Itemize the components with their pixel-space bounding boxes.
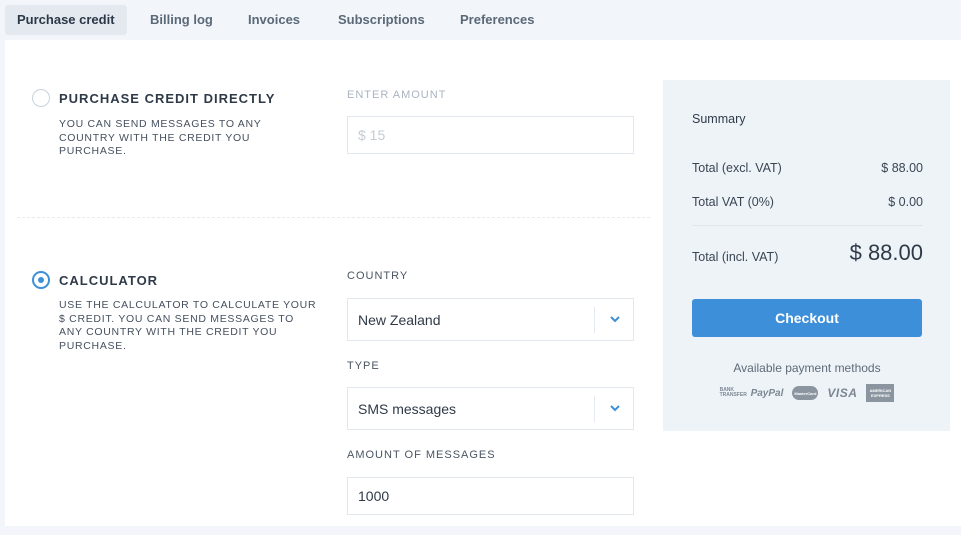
paypal-icon: PayPal — [750, 387, 784, 399]
select-divider — [594, 396, 595, 422]
summary-title: Summary — [692, 112, 746, 126]
tab-bar: Purchase credit Billing log Invoices Sub… — [0, 0, 961, 40]
visa-icon: VISA — [827, 386, 858, 400]
bank-transfer-icon: BANK TRANSFER — [719, 387, 747, 398]
summary-card: Summary Total (excl. VAT) $ 88.00 Total … — [663, 80, 950, 431]
radio-purchase-directly[interactable] — [32, 89, 50, 107]
purchase-panel: PURCHASE CREDIT DIRECTLY YOU CAN SEND ME… — [5, 40, 961, 526]
section-divider — [17, 217, 650, 218]
chevron-down-icon[interactable] — [609, 314, 621, 324]
checkout-button[interactable]: Checkout — [692, 299, 922, 337]
messages-amount-input[interactable]: 1000 — [347, 477, 634, 515]
chevron-down-icon[interactable] — [609, 403, 621, 413]
type-select[interactable]: SMS messages — [347, 387, 634, 430]
select-divider — [594, 307, 595, 333]
total-incl-label: Total (incl. VAT) — [692, 250, 779, 264]
country-value: New Zealand — [358, 311, 441, 328]
radio-calculator[interactable] — [32, 271, 50, 289]
amex-icon: AMERICAN EXPRESS — [866, 384, 895, 402]
total-incl-value: $ 88.00 — [849, 240, 923, 265]
country-label: COUNTRY — [347, 270, 409, 282]
type-label: TYPE — [347, 360, 380, 372]
payment-methods-title: Available payment methods — [733, 361, 881, 375]
option-title-direct: PURCHASE CREDIT DIRECTLY — [59, 91, 276, 106]
tab-subscriptions[interactable]: Subscriptions — [326, 5, 437, 35]
total-excl-label: Total (excl. VAT) — [692, 161, 782, 175]
messages-amount-label: AMOUNT OF MESSAGES — [347, 449, 496, 461]
country-select[interactable]: New Zealand — [347, 298, 634, 341]
amount-input[interactable]: $ 15 — [347, 116, 634, 154]
tab-purchase-credit[interactable]: Purchase credit — [5, 5, 127, 35]
payment-methods: BANK TRANSFER PayPal MasterCard VISA AME… — [692, 384, 922, 402]
amount-label: ENTER AMOUNT — [347, 89, 447, 101]
option-desc-calculator: USE THE CALCULATOR TO CALCULATE YOUR $ C… — [59, 299, 317, 352]
tab-invoices[interactable]: Invoices — [236, 5, 312, 35]
total-excl-value: $ 88.00 — [881, 161, 923, 175]
option-desc-direct: YOU CAN SEND MESSAGES TO ANY COUNTRY WIT… — [59, 118, 262, 157]
type-value: SMS messages — [358, 400, 457, 417]
mastercard-icon: MasterCard — [792, 386, 819, 400]
tab-preferences[interactable]: Preferences — [448, 5, 546, 35]
option-title-calculator: CALCULATOR — [59, 273, 159, 288]
total-vat-value: $ 0.00 — [888, 195, 923, 209]
tab-billing-log[interactable]: Billing log — [138, 5, 225, 35]
summary-separator — [692, 225, 923, 226]
total-vat-label: Total VAT (0%) — [692, 195, 774, 209]
